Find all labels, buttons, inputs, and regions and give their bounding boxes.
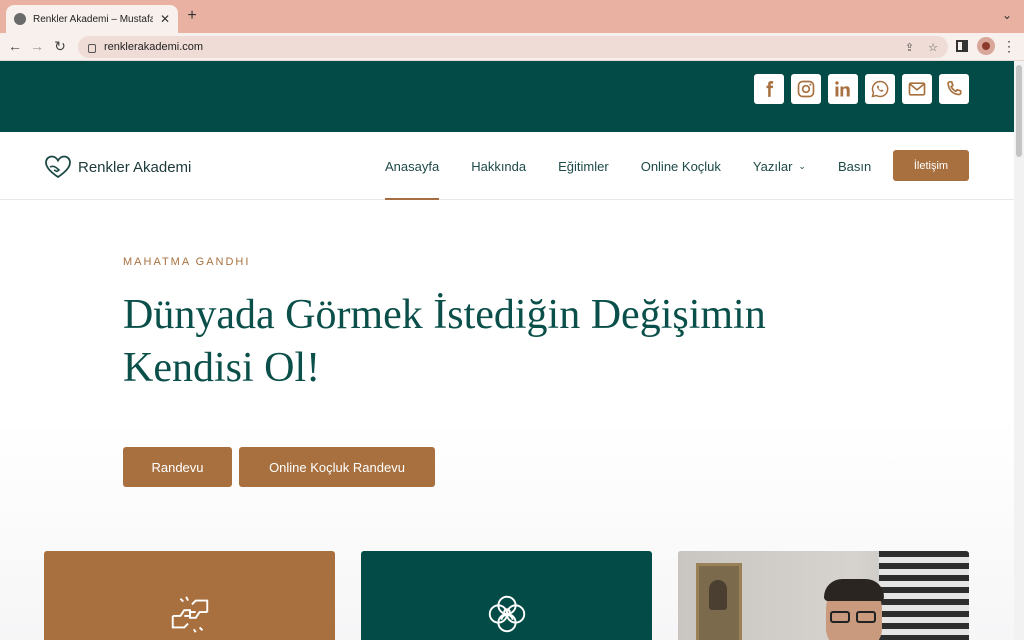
back-icon[interactable]: ← xyxy=(6,37,24,55)
contact-button[interactable]: İletişim xyxy=(893,150,969,181)
browser-toolbar: ← → ↻ renklerakademi.com ⇪ ☆ ⋮ xyxy=(0,33,1024,61)
phone-icon[interactable] xyxy=(939,74,969,104)
more-menu-icon[interactable]: ⋮ xyxy=(1000,37,1018,55)
nav-item-anasayfa[interactable]: Anasayfa xyxy=(385,132,440,200)
linkedin-icon[interactable] xyxy=(828,74,858,104)
lock-icon xyxy=(88,43,96,53)
feature-card[interactable] xyxy=(44,551,335,640)
hero-headline-line: Dünyada Görmek İstediğin Değişimin xyxy=(123,292,766,338)
profile-photo-card[interactable] xyxy=(678,551,969,640)
nav-item-egitimler[interactable]: Eğitimler xyxy=(558,132,609,200)
person-hair xyxy=(824,579,884,601)
profile-avatar-icon[interactable] xyxy=(977,37,995,55)
close-tab-icon[interactable]: ✕ xyxy=(160,12,170,26)
mail-icon[interactable] xyxy=(902,74,932,104)
browser-tab[interactable]: Renkler Akademi – Mustafa Şa ✕ xyxy=(6,5,178,33)
reload-icon[interactable]: ↻ xyxy=(51,37,69,55)
page-scrollbar[interactable] xyxy=(1014,61,1024,640)
nav-item-basin[interactable]: Basın xyxy=(838,132,871,200)
url-text: renklerakademi.com xyxy=(104,41,204,53)
nav-item-online-kocluk[interactable]: Online Koçluk xyxy=(641,132,721,200)
nav-item-hakkinda[interactable]: Hakkında xyxy=(471,132,526,200)
forward-icon[interactable]: → xyxy=(28,37,46,55)
tab-title: Renkler Akademi – Mustafa Şa xyxy=(33,13,153,25)
globe-icon xyxy=(14,13,26,25)
fist-bump-icon xyxy=(171,596,208,633)
share-icon[interactable]: ⇪ xyxy=(905,41,914,54)
side-panel-icon[interactable] xyxy=(956,40,968,52)
scrollbar-thumb[interactable] xyxy=(1016,65,1022,157)
hero-headline: Dünyada Görmek İstediğin Değişimin Kendi… xyxy=(123,289,843,395)
quote-author: MAHATMA GANDHI xyxy=(123,256,251,268)
site-logo[interactable]: Renkler Akademi xyxy=(44,154,191,180)
chevron-down-icon: ⌄ xyxy=(798,160,806,171)
whatsapp-icon[interactable] xyxy=(865,74,895,104)
glasses xyxy=(830,611,878,623)
facebook-icon[interactable] xyxy=(754,74,784,104)
social-links xyxy=(754,74,969,104)
instagram-icon[interactable] xyxy=(791,74,821,104)
address-bar[interactable]: renklerakademi.com ⇪ ☆ xyxy=(78,36,948,58)
nav-item-yazilar[interactable]: Yazılar ⌄ xyxy=(753,132,806,200)
portrait-frame xyxy=(696,563,742,640)
top-strip xyxy=(0,61,1014,132)
new-tab-icon[interactable]: + xyxy=(184,7,200,25)
main-navigation: Anasayfa Hakkında Eğitimler Online Koçlu… xyxy=(385,132,903,200)
online-coaching-appointment-button[interactable]: Online Koçluk Randevu xyxy=(239,447,435,487)
heart-hand-logo-icon xyxy=(45,155,71,179)
chevron-down-icon[interactable]: ⌄ xyxy=(1002,8,1012,22)
feature-card[interactable] xyxy=(361,551,652,640)
appointment-button[interactable]: Randevu xyxy=(123,447,232,487)
flower-people-icon xyxy=(488,595,525,633)
web-page: Renkler Akademi Anasayfa Hakkında Eğitim… xyxy=(0,61,1014,640)
star-icon[interactable]: ☆ xyxy=(928,41,938,54)
hero-headline-line: Kendisi Ol! xyxy=(123,345,321,391)
brand-name: Renkler Akademi xyxy=(78,158,192,176)
window-blinds xyxy=(879,551,969,640)
browser-tab-bar: Renkler Akademi – Mustafa Şa ✕ + ⌄ xyxy=(0,0,1024,33)
site-header: Renkler Akademi Anasayfa Hakkında Eğitim… xyxy=(0,132,1014,200)
